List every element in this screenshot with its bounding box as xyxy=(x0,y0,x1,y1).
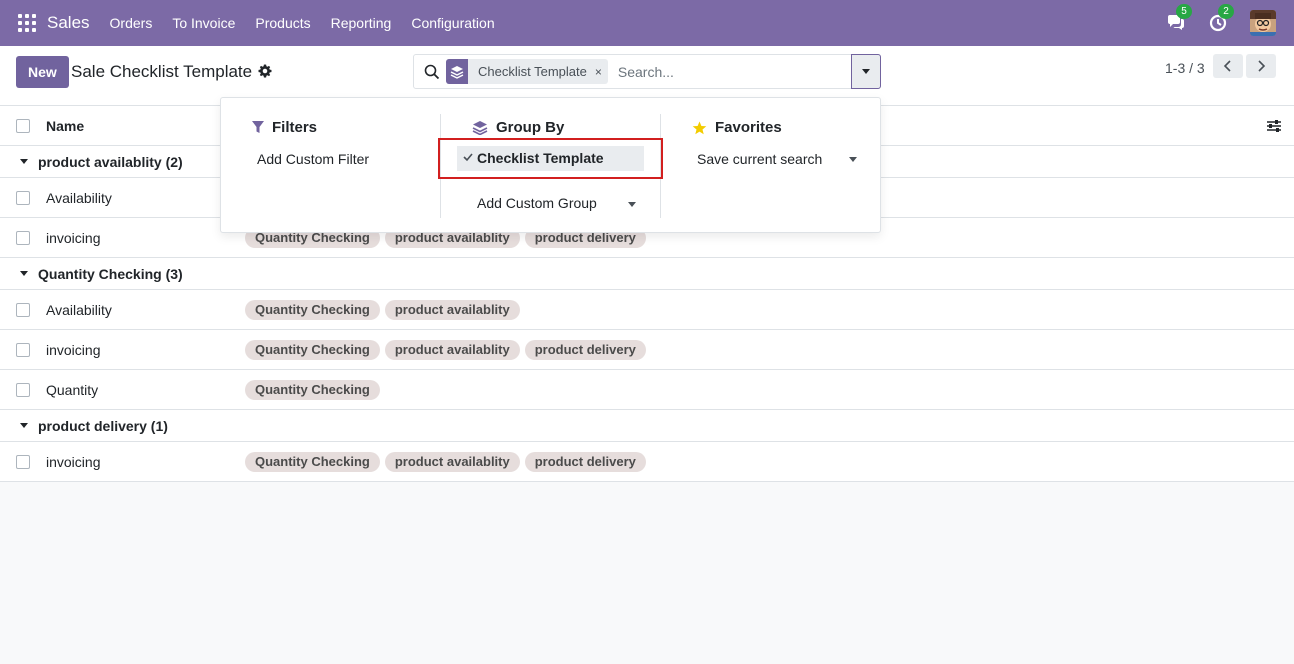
caret-down-icon xyxy=(849,157,857,162)
row-name: Availability xyxy=(46,302,112,318)
row-name: invoicing xyxy=(46,342,101,358)
layers-icon xyxy=(472,121,488,135)
gear-icon[interactable] xyxy=(258,64,272,78)
apps-grid-icon[interactable] xyxy=(18,14,36,32)
app-name[interactable]: Sales xyxy=(47,13,90,33)
table-row[interactable]: invoicing Quantity Checking product avai… xyxy=(0,442,1294,482)
row-tags: Quantity Checking product availablity pr… xyxy=(245,452,646,472)
search-icon xyxy=(424,64,440,79)
facet-remove-icon[interactable]: × xyxy=(595,65,602,79)
filters-panel: Filters Add Custom Filter xyxy=(221,114,440,218)
favorites-heading: Favorites xyxy=(692,119,782,136)
chevron-right-icon xyxy=(1258,60,1266,72)
tag: product availablity xyxy=(384,452,520,472)
pager-value[interactable]: 1-3 / 3 xyxy=(1165,60,1205,76)
row-checkbox[interactable] xyxy=(16,343,30,357)
tag: product delivery xyxy=(524,452,646,472)
groupby-heading: Group By xyxy=(472,119,564,136)
group-label: product availablity (2) xyxy=(38,154,183,170)
add-custom-group-select[interactable]: Add Custom Group xyxy=(477,195,597,211)
table-row[interactable]: Quantity Quantity Checking xyxy=(0,370,1294,410)
facet-label: Checklist Template xyxy=(478,64,587,79)
tag: Quantity Checking xyxy=(245,452,380,472)
column-header-name[interactable]: Name xyxy=(46,118,84,134)
main-menu: Orders To Invoice Products Reporting Con… xyxy=(100,0,505,46)
add-custom-filter[interactable]: Add Custom Filter xyxy=(257,151,369,167)
tag: Quantity Checking xyxy=(245,380,380,400)
star-icon xyxy=(692,121,707,134)
layers-icon xyxy=(446,59,468,84)
tag: Quantity Checking xyxy=(245,300,380,320)
caret-down-icon xyxy=(862,69,870,74)
pager-next-button[interactable] xyxy=(1246,54,1276,78)
highlight-annotation xyxy=(438,138,663,179)
row-name: invoicing xyxy=(46,454,101,470)
tag: product availablity xyxy=(384,300,520,320)
table-row[interactable]: Availability Quantity Checking product a… xyxy=(0,290,1294,330)
caret-down-icon xyxy=(628,202,636,207)
group-label: product delivery (1) xyxy=(38,418,168,434)
tag: product delivery xyxy=(524,340,646,360)
page-title: Sale Checklist Template xyxy=(71,62,253,81)
row-name: Quantity xyxy=(46,382,99,398)
row-name: Availability xyxy=(46,190,112,206)
table-row[interactable]: invoicing Quantity Checking product avai… xyxy=(0,330,1294,370)
messages-count-badge: 5 xyxy=(1176,4,1192,19)
menu-item-configuration[interactable]: Configuration xyxy=(401,0,504,46)
group-label: Quantity Checking (3) xyxy=(38,266,183,282)
user-avatar[interactable] xyxy=(1250,10,1276,36)
activities-button[interactable]: 2 xyxy=(1208,4,1234,33)
row-checkbox[interactable] xyxy=(16,231,30,245)
tag: product availablity xyxy=(384,340,520,360)
row-checkbox[interactable] xyxy=(16,303,30,317)
favorites-panel: Favorites Save current search xyxy=(660,114,880,218)
row-checkbox[interactable] xyxy=(16,383,30,397)
pager-previous-button[interactable] xyxy=(1213,54,1243,78)
filters-heading: Filters xyxy=(252,119,317,136)
top-navbar: Sales Orders To Invoice Products Reporti… xyxy=(0,0,1294,46)
save-current-search[interactable]: Save current search xyxy=(697,151,822,167)
row-tags: Quantity Checking product availablity xyxy=(245,300,520,320)
group-row-product-delivery[interactable]: product delivery (1) xyxy=(0,410,1294,442)
row-tags: Quantity Checking xyxy=(245,380,380,400)
row-name: invoicing xyxy=(46,230,101,246)
group-row-quantity-checking[interactable]: Quantity Checking (3) xyxy=(0,258,1294,290)
row-tags: Quantity Checking product availablity pr… xyxy=(245,340,646,360)
messages-button[interactable]: 5 xyxy=(1166,4,1192,33)
new-button[interactable]: New xyxy=(16,56,69,88)
chevron-left-icon xyxy=(1223,60,1231,72)
select-all-checkbox[interactable] xyxy=(16,119,30,133)
activities-count-badge: 2 xyxy=(1218,4,1234,19)
menu-item-reporting[interactable]: Reporting xyxy=(321,0,402,46)
search-bar[interactable]: Checklist Template × xyxy=(413,54,881,89)
filter-icon xyxy=(252,121,264,133)
caret-down-icon xyxy=(20,423,28,428)
systray: 5 2 xyxy=(1166,0,1294,46)
search-facet: Checklist Template × xyxy=(446,59,608,84)
menu-item-to-invoice[interactable]: To Invoice xyxy=(162,0,245,46)
caret-down-icon xyxy=(20,271,28,276)
row-checkbox[interactable] xyxy=(16,455,30,469)
menu-item-products[interactable]: Products xyxy=(245,0,320,46)
tag: Quantity Checking xyxy=(245,340,380,360)
row-checkbox[interactable] xyxy=(16,191,30,205)
column-settings-icon[interactable] xyxy=(1266,118,1282,134)
menu-item-orders[interactable]: Orders xyxy=(100,0,163,46)
search-input[interactable] xyxy=(617,63,838,80)
search-options-toggle[interactable] xyxy=(851,54,881,89)
caret-down-icon xyxy=(20,159,28,164)
